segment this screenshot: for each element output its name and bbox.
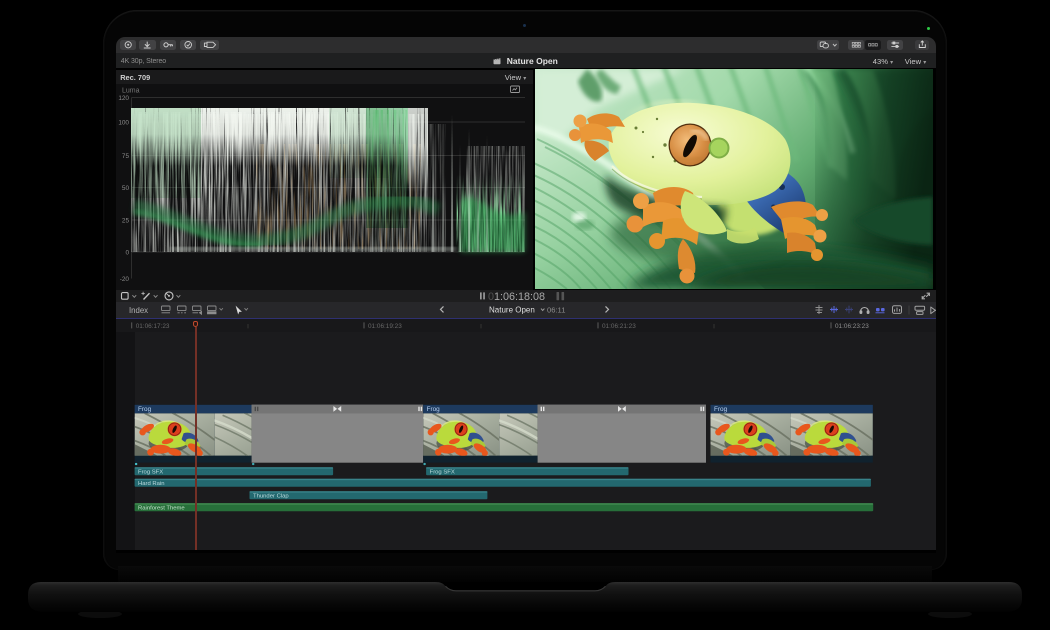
svg-text:25: 25 bbox=[122, 218, 130, 225]
svg-text:120: 120 bbox=[118, 95, 129, 102]
svg-text:50: 50 bbox=[122, 185, 130, 192]
svg-text:100: 100 bbox=[118, 120, 129, 127]
svg-text:01:06:17:23: 01:06:17:23 bbox=[135, 323, 169, 330]
svg-text:Rainforest Theme: Rainforest Theme bbox=[138, 506, 185, 512]
svg-text:75: 75 bbox=[122, 153, 130, 160]
svg-text:Frog: Frog bbox=[714, 406, 728, 413]
svg-text:Frog: Frog bbox=[426, 406, 440, 413]
svg-text:01:06:18:08: 01:06:18:08 bbox=[488, 291, 545, 302]
svg-text:-20: -20 bbox=[120, 276, 130, 283]
svg-text:01:06:21:23: 01:06:21:23 bbox=[602, 323, 636, 330]
svg-text:Nature Open: Nature Open bbox=[489, 306, 535, 315]
svg-text:Hard Rain: Hard Rain bbox=[138, 481, 165, 487]
svg-text:01:06:19:23: 01:06:19:23 bbox=[368, 323, 402, 330]
svg-text:06:11: 06:11 bbox=[547, 306, 565, 315]
svg-text:0: 0 bbox=[125, 250, 129, 257]
svg-text:01:06:23:23: 01:06:23:23 bbox=[835, 323, 869, 330]
svg-text:Luma: Luma bbox=[122, 88, 140, 95]
svg-text:Frog: Frog bbox=[138, 406, 152, 413]
svg-text:Frog SFX: Frog SFX bbox=[429, 470, 454, 476]
svg-text:Index: Index bbox=[129, 306, 148, 315]
svg-text:Thunder Clap: Thunder Clap bbox=[253, 494, 289, 500]
svg-text:Frog SFX: Frog SFX bbox=[138, 470, 163, 476]
